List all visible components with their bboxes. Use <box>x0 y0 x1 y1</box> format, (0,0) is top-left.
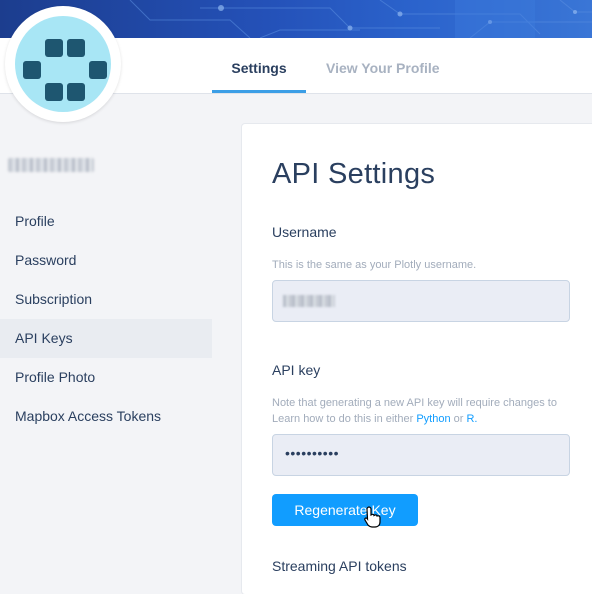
logo-dot <box>89 61 107 79</box>
logo-dot <box>23 61 41 79</box>
api-key-help-prefix: Learn how to do this in either <box>272 413 414 425</box>
sidebar-item-mapbox-access-tokens[interactable]: Mapbox Access Tokens <box>0 397 212 436</box>
page-title: API Settings <box>272 158 436 190</box>
logo-dot <box>67 39 85 57</box>
api-key-help-or: or <box>453 413 464 425</box>
blurred-username-value <box>283 295 335 307</box>
api-key-masked-value: •••••••••• <box>285 445 340 461</box>
python-docs-link[interactable]: Python <box>416 413 450 425</box>
sidebar-item-password[interactable]: Password <box>0 241 212 280</box>
username-help: This is the same as your Plotly username… <box>272 259 477 271</box>
api-key-help-line1: Note that generating a new API key will … <box>272 397 557 409</box>
sidebar-item-profile-photo[interactable]: Profile Photo <box>0 358 212 397</box>
regenerate-key-button[interactable]: Regenerate Key <box>272 494 418 526</box>
sidebar-item-subscription[interactable]: Subscription <box>0 280 212 319</box>
api-key-field[interactable]: •••••••••• <box>272 434 570 476</box>
logo-dot <box>45 39 63 57</box>
api-key-help-line2: Learn how to do this in either Python or… <box>272 411 477 428</box>
username-field[interactable] <box>272 280 570 322</box>
api-key-label: API key <box>272 362 321 378</box>
api-settings-card: API Settings Username This is the same a… <box>242 124 592 594</box>
tab-view-your-profile[interactable]: View Your Profile <box>326 38 440 93</box>
sidebar-item-profile[interactable]: Profile <box>0 202 212 241</box>
username-label: Username <box>272 224 337 240</box>
hand-cursor-icon <box>364 506 381 528</box>
tab-settings[interactable]: Settings <box>212 38 306 93</box>
streaming-api-tokens-label: Streaming API tokens <box>272 558 407 574</box>
r-docs-link[interactable]: R. <box>466 413 477 425</box>
settings-sidebar: Profile Password Subscription API Keys P… <box>0 93 232 582</box>
sidebar-item-api-keys[interactable]: API Keys <box>0 319 212 358</box>
blurred-account-name <box>8 158 94 172</box>
